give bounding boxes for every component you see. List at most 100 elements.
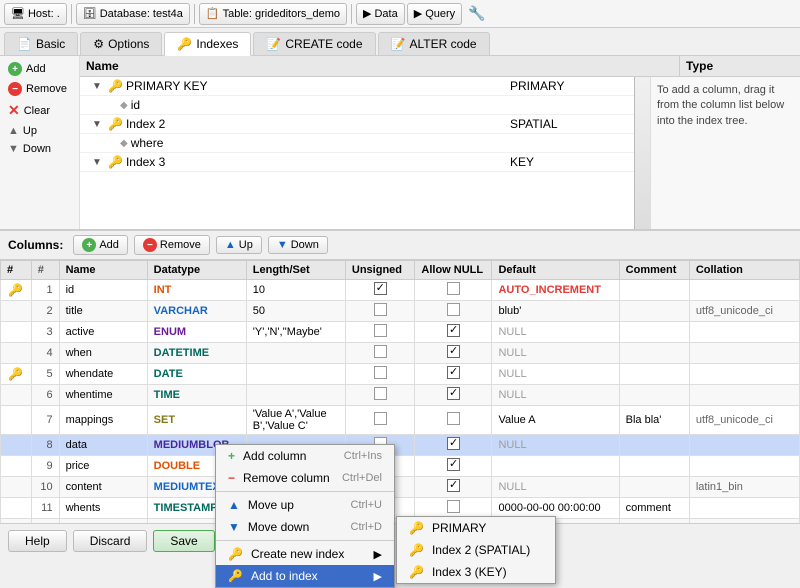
row-collation[interactable] — [689, 498, 799, 519]
tab-options[interactable]: ⚙ Options — [80, 32, 162, 55]
unsigned-checkbox[interactable] — [374, 366, 387, 379]
index-tree[interactable]: ▼ 🔑 PRIMARY KEY PRIMARY ◆ id — [80, 77, 634, 229]
index-down-btn[interactable]: ▼ Down — [4, 141, 75, 157]
columns-grid[interactable]: # # Name Datatype Length/Set Unsigned Al… — [0, 260, 800, 523]
table-row[interactable]: 🔑1idINT10AUTO_INCREMENT — [1, 280, 800, 301]
row-comment[interactable]: Bla bla' — [619, 406, 689, 435]
row-datatype[interactable]: VARCHAR — [147, 301, 246, 322]
row-unsigned[interactable] — [345, 343, 415, 364]
index-scrollbar[interactable] — [634, 77, 650, 229]
row-name[interactable]: data — [59, 435, 147, 456]
tree-row-id[interactable]: ◆ id — [80, 96, 634, 115]
null-checkbox[interactable] — [447, 366, 460, 379]
row-unsigned[interactable] — [345, 280, 415, 301]
row-name[interactable]: whendate — [59, 364, 147, 385]
null-checkbox[interactable] — [447, 387, 460, 400]
row-length[interactable] — [246, 343, 345, 364]
col-add-btn[interactable]: + Add — [73, 235, 128, 255]
help-button[interactable]: Help — [8, 530, 67, 552]
tree-row-index2[interactable]: ▼ 🔑 Index 2 SPATIAL — [80, 115, 634, 134]
row-length[interactable] — [246, 385, 345, 406]
ctx-add-to-index[interactable]: 🔑 Add to index ▶ — [216, 565, 394, 587]
row-comment[interactable] — [619, 477, 689, 498]
null-checkbox[interactable] — [447, 500, 460, 513]
ctx-move-down[interactable]: ▼ Move down Ctrl+D — [216, 516, 394, 538]
table-row[interactable]: 10contentMEDIUMTEXTNULLlatin1_bin — [1, 477, 800, 498]
row-comment[interactable] — [619, 385, 689, 406]
expand-primary-icon[interactable]: ▼ — [92, 81, 108, 92]
row-datatype[interactable]: ENUM — [147, 322, 246, 343]
row-unsigned[interactable] — [345, 322, 415, 343]
table-row[interactable]: 7mappingsSET'Value A','Value B','Value C… — [1, 406, 800, 435]
row-allownull[interactable] — [415, 406, 492, 435]
row-unsigned[interactable] — [345, 385, 415, 406]
index-clear-btn[interactable]: ✕ Clear — [4, 100, 75, 121]
ctx-move-up[interactable]: ▲ Move up Ctrl+U — [216, 494, 394, 516]
null-checkbox[interactable] — [447, 412, 460, 425]
row-length[interactable]: 'Value A','Value B','Value C' — [246, 406, 345, 435]
row-comment[interactable] — [619, 301, 689, 322]
tab-basic[interactable]: 📄 Basic — [4, 32, 78, 55]
row-datatype[interactable]: DATETIME — [147, 343, 246, 364]
ctx-create-index[interactable]: 🔑 Create new index ▶ — [216, 543, 394, 565]
null-checkbox[interactable] — [447, 324, 460, 337]
save-button[interactable]: Save — [153, 530, 214, 552]
expand-index2-icon[interactable]: ▼ — [92, 119, 108, 130]
row-allownull[interactable] — [415, 477, 492, 498]
row-length[interactable] — [246, 364, 345, 385]
row-name[interactable]: whents — [59, 498, 147, 519]
row-collation[interactable] — [689, 343, 799, 364]
table-row[interactable]: 3activeENUM'Y','N',''Maybe'NULL — [1, 322, 800, 343]
expand-index3-icon[interactable]: ▼ — [92, 157, 108, 168]
tree-row-index3[interactable]: ▼ 🔑 Index 3 KEY — [80, 153, 634, 172]
tab-indexes[interactable]: 🔑 Indexes — [164, 32, 251, 56]
row-allownull[interactable] — [415, 343, 492, 364]
row-length[interactable]: 50 — [246, 301, 345, 322]
row-datatype[interactable]: SET — [147, 406, 246, 435]
row-name[interactable]: content — [59, 477, 147, 498]
table-row[interactable]: 4whenDATETIMENULL — [1, 343, 800, 364]
table-button[interactable]: 📋 Table: grideditors_demo — [199, 3, 347, 25]
row-name[interactable]: id — [59, 280, 147, 301]
row-name[interactable]: title — [59, 301, 147, 322]
row-default[interactable]: Value A — [492, 406, 619, 435]
unsigned-checkbox[interactable] — [374, 324, 387, 337]
row-datatype[interactable]: INT — [147, 280, 246, 301]
row-allownull[interactable] — [415, 435, 492, 456]
row-collation[interactable]: latin1_bin — [689, 477, 799, 498]
null-checkbox[interactable] — [447, 479, 460, 492]
row-default[interactable]: NULL — [492, 385, 619, 406]
ctx-add-column[interactable]: + Add column Ctrl+Ins — [216, 445, 394, 467]
null-checkbox[interactable] — [447, 345, 460, 358]
row-unsigned[interactable] — [345, 364, 415, 385]
row-default[interactable]: NULL — [492, 364, 619, 385]
row-allownull[interactable] — [415, 364, 492, 385]
discard-button[interactable]: Discard — [73, 530, 148, 552]
index-remove-btn[interactable]: − Remove — [4, 80, 75, 98]
row-allownull[interactable] — [415, 385, 492, 406]
null-checkbox[interactable] — [447, 437, 460, 450]
col-up-btn[interactable]: ▲ Up — [216, 236, 262, 254]
database-button[interactable]: 🗄 Database: test4a — [76, 3, 190, 25]
col-down-btn[interactable]: ▼ Down — [268, 236, 328, 254]
row-datatype[interactable]: DATE — [147, 364, 246, 385]
index-up-btn[interactable]: ▲ Up — [4, 123, 75, 139]
row-name[interactable]: active — [59, 322, 147, 343]
row-collation[interactable] — [689, 435, 799, 456]
row-name[interactable]: price — [59, 456, 147, 477]
row-comment[interactable] — [619, 364, 689, 385]
row-collation[interactable] — [689, 456, 799, 477]
row-default[interactable]: blub' — [492, 301, 619, 322]
row-length[interactable]: 'Y','N',''Maybe' — [246, 322, 345, 343]
row-default[interactable]: NULL — [492, 322, 619, 343]
row-comment[interactable] — [619, 343, 689, 364]
table-row[interactable]: 8dataMEDIUMBLOBNULL — [1, 435, 800, 456]
col-remove-btn[interactable]: − Remove — [134, 235, 210, 255]
row-collation[interactable]: utf8_unicode_ci — [689, 301, 799, 322]
unsigned-checkbox[interactable] — [374, 282, 387, 295]
row-datatype[interactable]: TIME — [147, 385, 246, 406]
tab-alter-code[interactable]: 📝 ALTER code — [378, 32, 490, 55]
row-default[interactable]: NULL — [492, 435, 619, 456]
row-default[interactable]: NULL — [492, 343, 619, 364]
row-allownull[interactable] — [415, 456, 492, 477]
